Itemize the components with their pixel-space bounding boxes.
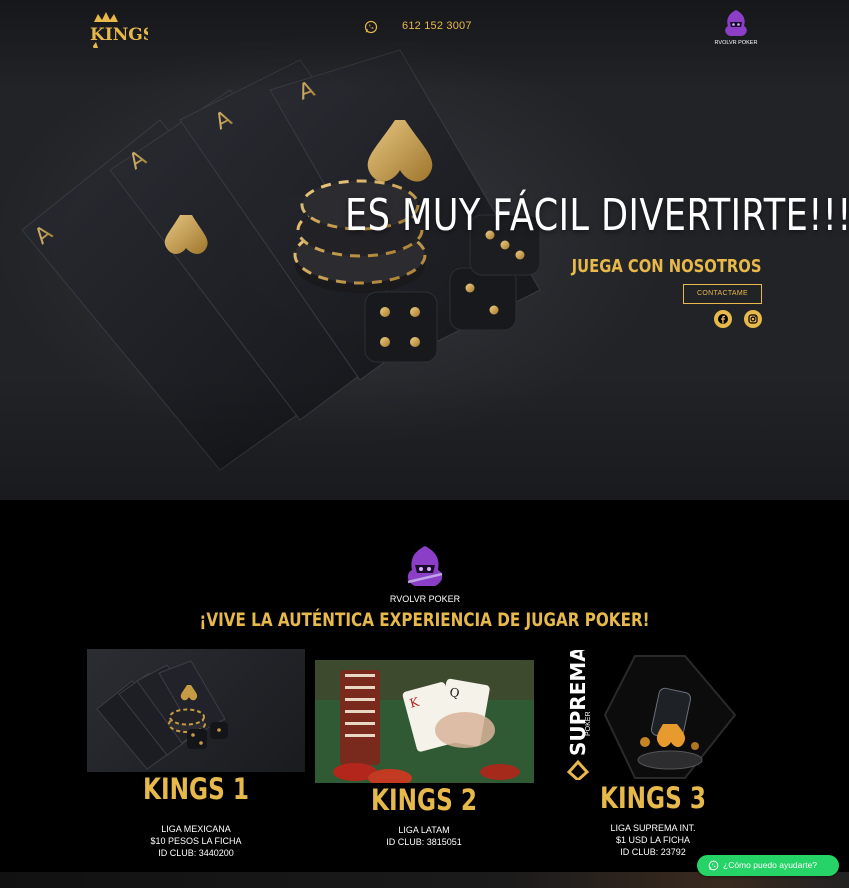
- whatsapp-icon: [708, 860, 719, 871]
- whatsapp-icon[interactable]: [364, 20, 378, 34]
- club-info-line: LIGA SUPREMA INT.: [610, 823, 696, 833]
- section-tagline: ¡VIVE LA AUTÉNTICA EXPERIENCIA DE JUGAR …: [199, 609, 650, 631]
- phone-number-link[interactable]: 612 152 3007: [402, 20, 472, 32]
- top-bar: KINGS 612 152 3007 RVOLVR POKER: [0, 0, 849, 56]
- kings-3-suprema-image: SUPREMA POKER: [545, 650, 764, 780]
- kings-2-image: K Q: [315, 660, 534, 783]
- club-info-line: ID CLUB: 3815051: [386, 837, 462, 847]
- club-info-kings-1: LIGA MEXICANA $10 PESOS LA FICHA ID CLUB…: [96, 823, 296, 859]
- kings-logo-text: KINGS: [90, 25, 148, 45]
- clubs-section: RVOLVR POKER ¡VIVE LA AUTÉNTICA EXPERIEN…: [0, 500, 849, 872]
- club-info-line: ID CLUB: 3440200: [158, 848, 234, 858]
- hero-headline: ES MUY FÁCIL DIVERTIRTE!!!: [345, 190, 849, 241]
- club-title-kings-2: KINGS 2: [371, 783, 477, 817]
- rvolvr-poker-logo: RVOLVR POKER: [390, 546, 461, 604]
- club-title-kings-3: KINGS 3: [600, 781, 706, 815]
- club-info-kings-2: LIGA LATAM ID CLUB: 3815051: [324, 824, 524, 848]
- hero-subheadline: JUEGA CON NOSOTROS: [571, 256, 761, 277]
- club-info-line: LIGA LATAM: [398, 825, 450, 835]
- hero-overlay: [0, 0, 849, 500]
- kings-logo[interactable]: KINGS: [88, 8, 148, 48]
- club-info-kings-3: LIGA SUPREMA INT. $1 USD LA FICHA ID CLU…: [553, 822, 753, 858]
- club-info-line: $1 USD LA FICHA: [615, 835, 691, 845]
- whatsapp-chat-label: ¿Cómo puedo ayudarte?: [723, 860, 818, 870]
- suprema-brand-text: SUPREMA: [566, 650, 590, 756]
- hero-section: A A A A KINGS: [0, 0, 849, 500]
- suprema-sub-text: POKER: [585, 711, 592, 736]
- rvolvr-logo-text: RVOLVR POKER: [715, 40, 758, 46]
- club-title-kings-1: KINGS 1: [143, 772, 249, 806]
- facebook-icon[interactable]: [714, 310, 732, 328]
- rvolvr-section-logo-text: RVOLVR POKER: [390, 594, 461, 604]
- instagram-icon[interactable]: [744, 310, 762, 328]
- club-info-line: LIGA MEXICANA: [161, 824, 231, 834]
- whatsapp-chat-button[interactable]: ¿Cómo puedo ayudarte?: [697, 855, 839, 876]
- contact-button[interactable]: CONTACTAME: [683, 284, 762, 304]
- rvolvr-poker-logo[interactable]: RVOLVR POKER: [714, 8, 758, 46]
- kings-1-image: [87, 649, 305, 772]
- club-info-line: $10 PESOS LA FICHA: [150, 836, 242, 846]
